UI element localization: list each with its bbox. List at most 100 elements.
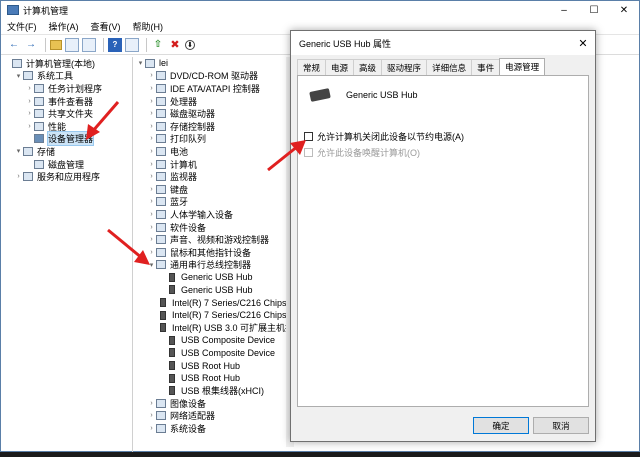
- menu-action[interactable]: 操作(A): [49, 20, 79, 33]
- uninstall-icon[interactable]: ✖: [168, 38, 182, 52]
- console-tree-item[interactable]: 设备管理器: [1, 131, 132, 147]
- device-tree-item[interactable]: › 软件设备: [134, 221, 294, 234]
- device-tree-item[interactable]: › 系统设备: [134, 422, 294, 435]
- maximize-button[interactable]: ☐: [579, 5, 609, 16]
- device-tree-item[interactable]: › 计算机: [134, 158, 294, 171]
- tab-general[interactable]: 常规: [297, 59, 327, 75]
- expand-chevron-icon[interactable]: ›: [147, 123, 156, 130]
- device-tree-item[interactable]: Generic USB Hub: [134, 284, 294, 297]
- expand-chevron-icon[interactable]: ›: [25, 98, 34, 105]
- device-tree-item[interactable]: › 鼠标和其他指针设备: [134, 246, 294, 259]
- disable-device-icon[interactable]: ⬇: [185, 39, 195, 50]
- device-tree-item[interactable]: Intel(R) 7 Series/C216 Chipset: [134, 296, 294, 309]
- back-arrow-icon[interactable]: ←: [7, 38, 21, 52]
- close-button[interactable]: ✕: [609, 5, 639, 16]
- device-tree-item[interactable]: › IDE ATA/ATAPI 控制器: [134, 82, 294, 95]
- up-folder-icon[interactable]: [50, 39, 62, 50]
- expand-chevron-icon[interactable]: ›: [147, 161, 156, 168]
- device-tree-item[interactable]: › 蓝牙: [134, 196, 294, 209]
- console-tree-item[interactable]: › 性能: [1, 120, 132, 133]
- expand-chevron-icon[interactable]: ›: [147, 400, 156, 407]
- device-tree-item[interactable]: › 监视器: [134, 170, 294, 183]
- console-tree-item[interactable]: › 共享文件夹: [1, 107, 132, 120]
- menu-help[interactable]: 帮助(H): [133, 20, 164, 33]
- ok-button[interactable]: 确定: [473, 417, 529, 434]
- expand-chevron-icon[interactable]: ›: [147, 173, 156, 180]
- console-tree-item[interactable]: › 任务计划程序: [1, 82, 132, 95]
- device-tree-item[interactable]: › 磁盘驱动器: [134, 107, 294, 120]
- update-driver-icon[interactable]: ⇧: [151, 38, 165, 52]
- tab-details[interactable]: 详细信息: [426, 59, 473, 75]
- expand-chevron-icon[interactable]: ›: [147, 72, 156, 79]
- usb-plug-icon: [309, 88, 331, 102]
- console-tree-item[interactable]: ▾ 系统工具: [1, 70, 132, 83]
- expand-chevron-icon[interactable]: ›: [14, 173, 23, 180]
- expand-chevron-icon[interactable]: ▾: [14, 147, 23, 155]
- device-tree-item[interactable]: Intel(R) USB 3.0 可扩展主机控制: [134, 321, 294, 334]
- expand-chevron-icon[interactable]: ▾: [14, 72, 23, 80]
- device-tree-item[interactable]: ▾ lei: [134, 57, 294, 70]
- tab-events[interactable]: 事件: [471, 59, 501, 75]
- expand-chevron-icon[interactable]: ›: [147, 412, 156, 419]
- device-tree-item[interactable]: › 网络适配器: [134, 410, 294, 423]
- tab-advanced[interactable]: 高级: [353, 59, 383, 75]
- device-tree-item[interactable]: USB 根集线器(xHCI): [134, 384, 294, 397]
- device-tree-item[interactable]: › 键盘: [134, 183, 294, 196]
- device-tree-item[interactable]: ▾ 通用串行总线控制器: [134, 259, 294, 272]
- console-tree-item[interactable]: 磁盘管理: [1, 158, 132, 171]
- allow-power-off-option[interactable]: 允许计算机关闭此设备以节约电源(A): [304, 130, 464, 143]
- expand-chevron-icon[interactable]: ›: [147, 110, 156, 117]
- expand-chevron-icon[interactable]: ▾: [147, 261, 156, 269]
- tree-item-label: DVD/CD-ROM 驱动器: [170, 71, 258, 82]
- expand-chevron-icon[interactable]: ›: [147, 224, 156, 231]
- device-tree-item[interactable]: › 存储控制器: [134, 120, 294, 133]
- tab-power[interactable]: 电源: [325, 59, 355, 75]
- help-icon[interactable]: ?: [108, 37, 122, 52]
- device-tree-item[interactable]: Generic USB Hub: [134, 271, 294, 284]
- expand-chevron-icon[interactable]: ›: [147, 85, 156, 92]
- device-tree-item[interactable]: Intel(R) 7 Series/C216 Chipset: [134, 309, 294, 322]
- expand-chevron-icon[interactable]: ›: [25, 85, 34, 92]
- device-tree-item[interactable]: › 声音、视频和游戏控制器: [134, 233, 294, 246]
- device-tree-item[interactable]: › 人体学输入设备: [134, 208, 294, 221]
- expand-chevron-icon[interactable]: ›: [25, 110, 34, 117]
- expand-chevron-icon[interactable]: ›: [147, 236, 156, 243]
- minimize-button[interactable]: –: [549, 5, 579, 16]
- expand-chevron-icon[interactable]: ›: [147, 186, 156, 193]
- console-tree-item[interactable]: 计算机管理(本地): [1, 57, 132, 70]
- device-tree-item[interactable]: › 图像设备: [134, 397, 294, 410]
- expand-chevron-icon[interactable]: ›: [147, 98, 156, 105]
- device-tree: ▾ lei › DVD/CD-ROM 驱动器 › IDE ATA/ATAPI 控制器 › 处理…: [134, 57, 294, 453]
- device-tree-item[interactable]: › DVD/CD-ROM 驱动器: [134, 70, 294, 83]
- allow-wake-option: 允许此设备唤醒计算机(O): [304, 146, 420, 159]
- device-tree-item[interactable]: › 打印队列: [134, 133, 294, 146]
- dialog-close-button[interactable]: ✕: [571, 37, 595, 50]
- device-tree-item[interactable]: USB Composite Device: [134, 334, 294, 347]
- expand-chevron-icon[interactable]: ›: [147, 148, 156, 155]
- device-tree-item[interactable]: USB Composite Device: [134, 347, 294, 360]
- expand-chevron-icon[interactable]: ▾: [136, 59, 145, 67]
- menu-file[interactable]: 文件(F): [7, 20, 37, 33]
- tab-power-management[interactable]: 电源管理: [499, 58, 546, 75]
- console-tree-item[interactable]: › 服务和应用程序: [1, 170, 132, 183]
- forward-arrow-icon[interactable]: →: [24, 38, 38, 52]
- expand-chevron-icon[interactable]: ›: [147, 211, 156, 218]
- expand-chevron-icon[interactable]: ›: [147, 135, 156, 142]
- device-tree-item[interactable]: USB Root Hub: [134, 372, 294, 385]
- expand-chevron-icon[interactable]: ›: [25, 123, 34, 130]
- console-tree-item[interactable]: › 事件查看器: [1, 95, 132, 108]
- cancel-button[interactable]: 取消: [533, 417, 589, 434]
- device-tree-item[interactable]: › 电池: [134, 145, 294, 158]
- console-tree-item[interactable]: ▾ 存储: [1, 145, 132, 158]
- menu-view[interactable]: 查看(V): [91, 20, 121, 33]
- tab-driver[interactable]: 驱动程序: [381, 59, 428, 75]
- console-tree-icon[interactable]: [65, 37, 79, 52]
- expand-chevron-icon[interactable]: ›: [147, 425, 156, 432]
- action-pane-icon[interactable]: [125, 37, 139, 52]
- allow-power-off-checkbox[interactable]: [304, 132, 313, 141]
- properties-icon[interactable]: [82, 37, 96, 52]
- expand-chevron-icon[interactable]: ›: [147, 198, 156, 205]
- device-tree-item[interactable]: › 处理器: [134, 95, 294, 108]
- device-tree-item[interactable]: USB Root Hub: [134, 359, 294, 372]
- expand-chevron-icon[interactable]: ›: [147, 249, 156, 256]
